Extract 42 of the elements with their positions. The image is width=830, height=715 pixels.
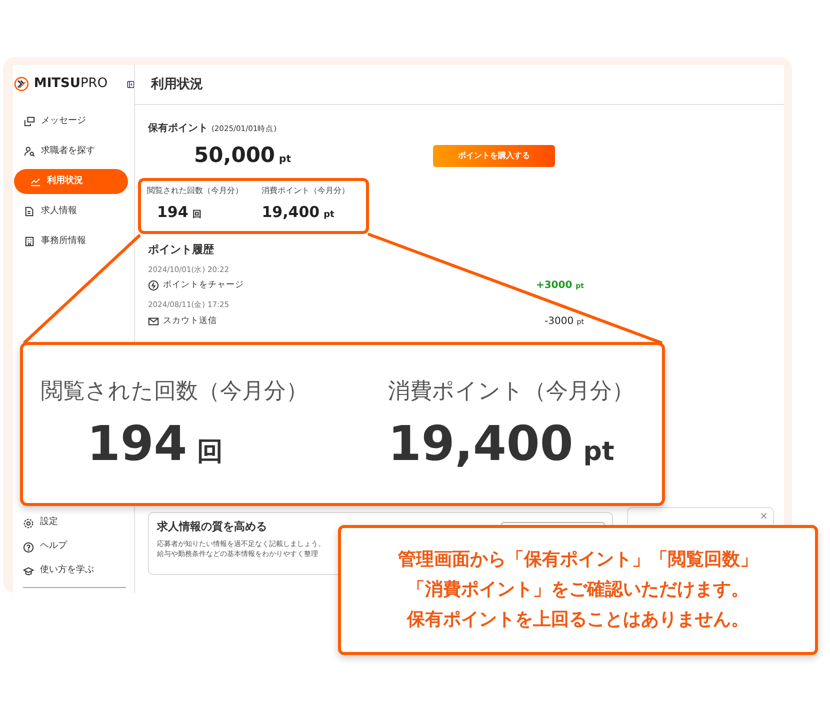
sidebar-item[interactable]: ヘルプ [13,535,134,559]
unit-label: pt [324,210,334,220]
stat-value: 19,400 [262,202,320,220]
stat-label: 消費ポイント（今月分） [262,184,351,196]
chart-icon [30,176,41,187]
unit-label: 回 [197,437,224,467]
unit-label: 回 [192,210,202,220]
sidebar-item[interactable]: 使い方を学ぶ [13,559,134,583]
points-value: 50,000 [194,143,276,167]
unit-label: pt [279,154,291,165]
callout-text: 「消費ポイント」をご確認いただけます。 [407,578,749,602]
lightning-icon [148,280,159,292]
document-icon [24,206,35,217]
stat-label: 閲覧された回数（今月分） [147,184,244,196]
sidebar-item[interactable]: 設定 [13,511,134,535]
graduation-cap-icon [23,566,34,576]
mail-icon [148,316,159,326]
history-label: スカウト送信 [163,314,217,328]
sidebar-item[interactable]: 求人情報 [14,199,128,224]
chat-icon [24,116,35,127]
page-title: 利用状況 [135,65,784,105]
tips-title: 求人情報の質を高める [157,519,267,535]
person-search-icon [24,146,35,157]
callout-text: 管理画面から「保有ポイント」「閲覧回数」 [398,548,758,572]
close-button[interactable]: × [760,509,768,524]
history-title: ポイント履歴 [148,242,215,258]
building-icon [24,236,35,247]
sidebar-item[interactable]: メッセージ [14,109,128,134]
stat-value: 194 [157,202,188,220]
stat-value: 19,400 [388,416,574,472]
settings-icon [23,518,34,528]
stat-label: 閲覧された回数（今月分） [41,378,309,406]
help-icon [23,542,34,552]
stat-value: 194 [87,416,188,472]
sidebar-item[interactable]: 求職者を探す [14,139,128,164]
callout-text: 保有ポイントを上回ることはありません。 [407,608,749,632]
stat-label: 消費ポイント（今月分） [388,378,634,406]
sidebar-toggle-icon[interactable] [126,78,134,90]
sidebar-item[interactable]: 事務所情報 [14,229,128,254]
logo-text: MITSUPRO [34,75,108,94]
history-label: ポイントをチャージ [163,279,244,292]
unit-label: pt [583,437,614,467]
